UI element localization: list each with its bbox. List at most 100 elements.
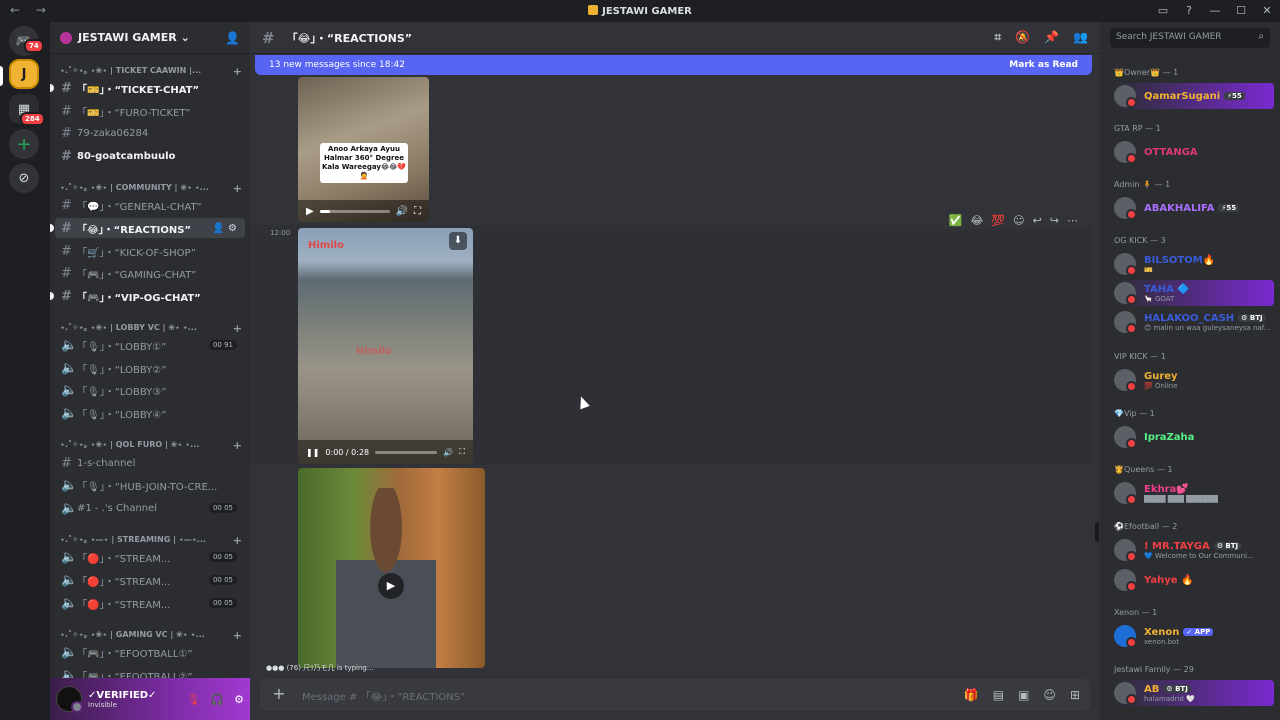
voice-stream-3[interactable]: 🔈 「🔴」・“STREAM... 00 05	[55, 593, 245, 613]
add-channel-icon[interactable]: +	[233, 439, 242, 450]
user-status: Invisible	[88, 700, 117, 709]
reply-icon[interactable]: ↩	[1033, 214, 1042, 227]
gear-icon[interactable]: ⚙	[234, 693, 244, 706]
channel-zaka[interactable]: #79-zaka06284	[55, 123, 245, 143]
scrollbar[interactable]	[1095, 522, 1099, 542]
mute-mic-icon[interactable]: 🎙	[186, 693, 200, 706]
reaction-check-icon[interactable]: ✅	[949, 214, 963, 227]
upload-plus-icon[interactable]: +	[270, 686, 288, 704]
member-list-icon[interactable]: 👥	[1073, 30, 1088, 45]
add-channel-icon[interactable]: +	[233, 629, 242, 640]
deafen-icon[interactable]: 🎧	[210, 693, 224, 706]
fullscreen-icon[interactable]: ⛶	[414, 206, 421, 217]
video-controls: ❚❚ 0:00 / 0:28 🔊 ⛶	[298, 440, 473, 464]
channel-kick-of-shop[interactable]: # 「🛒」・“KICK-OF-SHOP”	[55, 241, 245, 261]
channel-gaming-chat[interactable]: # 「🎮」・“GAMING-CHAT”	[55, 263, 245, 283]
avatar[interactable]	[56, 686, 83, 713]
reaction-laugh-icon[interactable]: 😂	[971, 214, 984, 227]
sticker-icon[interactable]: ▣	[1018, 688, 1029, 702]
volume-icon[interactable]: 🔊	[396, 206, 408, 217]
category-ticket[interactable]: ⋆.˚✧⋆｡ ⋆❀⋆ | TICKET CAAWIN |... +	[60, 65, 242, 76]
voice-stream-1[interactable]: 🔈 「🔴」・“STREAM... 00 05	[55, 547, 245, 567]
member-row[interactable]: QamarSugani ⚡55	[1114, 83, 1274, 109]
voice-s-channel[interactable]: 🔈 #1 - .'s Channel 00 05	[55, 498, 245, 518]
user-name: ✓VERIFIED✓	[88, 689, 157, 701]
gif-icon[interactable]: ▤	[993, 688, 1004, 702]
member-row[interactable]: Ekhra💕 ████ ███ ██████	[1114, 480, 1274, 506]
add-reaction-icon[interactable]: ☺	[1013, 214, 1024, 227]
channel-goatcambuulo[interactable]: #80-goatcambuulo	[55, 146, 245, 166]
voice-lobby-4[interactable]: 🔈 「🎙」・“LOBBY④”	[55, 403, 245, 423]
typing-indicator: ●●● (76) 尺ﾘ乃モ几 is typing...	[266, 664, 374, 672]
channel-reactions[interactable]: # 「😂」・“REACTIONS” 👤 ⚙	[50, 218, 245, 238]
member-row[interactable]: Yahye 🔥	[1114, 567, 1274, 593]
seek-bar[interactable]	[375, 450, 438, 454]
channel-settings-icon[interactable]: 👤 ⚙	[212, 223, 237, 234]
voice-hub-join[interactable]: 🔈 「🎙」・“HUB-JOIN-TO-CRE...	[55, 475, 245, 495]
server-jestawi[interactable]: J	[9, 59, 39, 89]
member-row[interactable]: ABAKHALIFA ⚡55	[1114, 195, 1274, 221]
voice-stream-2[interactable]: 🔈 「🔴」・“STREAM... 00 05	[55, 570, 245, 590]
maximize-button[interactable]: ☐	[1228, 0, 1254, 22]
channel-general-chat[interactable]: # 「💬」・“GENERAL-CHAT”	[55, 195, 245, 215]
category-gaming-vc[interactable]: ⋆.˚✧⋆｡ ⋆❀⋆ | GAMING VC | ❀⋆ ⋆... +	[60, 629, 242, 640]
new-messages-bar[interactable]: 13 new messages since 18:42 Mark as Read	[255, 55, 1092, 75]
member-row[interactable]: ! MR.TAYGA ⚙ BTJ 💙 Welcome to Our Communi.…	[1114, 537, 1274, 563]
pause-icon[interactable]: ❚❚	[306, 448, 319, 457]
voice-lobby-2[interactable]: 🔈 「🎙」・“LOBBY②”	[55, 358, 245, 378]
member-row[interactable]: AB ⚙ BTJ halamadrid 🤍	[1114, 680, 1274, 706]
add-server-button[interactable]: +	[9, 129, 39, 159]
search-input[interactable]: Search JESTAWI GAMER ⌕	[1110, 28, 1270, 48]
download-icon[interactable]: ⬇	[449, 232, 467, 250]
more-icon[interactable]: ⋯	[1067, 214, 1078, 227]
discover-icon[interactable]: ⊘	[9, 163, 39, 193]
category-lobby-vc[interactable]: ⋆.˚✧⋆｡ ⋆❀⋆ | LOBBY VC | ❀⋆ ⋆... +	[60, 322, 242, 333]
member-row[interactable]: Xenon ✓ APP xenon.bot	[1114, 623, 1274, 649]
apps-icon[interactable]: ⊞	[1070, 688, 1080, 702]
voice-lobby-3[interactable]: 🔈 「🎙」・“LOBBY③”	[55, 380, 245, 400]
member-row[interactable]: IpraZaha	[1114, 424, 1274, 450]
forward-icon[interactable]: ↪	[1050, 214, 1059, 227]
channel-furo-ticket[interactable]: # 「🎫」・“FURO-TICKET”	[55, 101, 245, 121]
fullscreen-icon[interactable]: ⛶	[459, 447, 465, 457]
add-member-icon[interactable]: 👤	[225, 31, 240, 45]
minimize-button[interactable]: —	[1202, 0, 1228, 22]
add-channel-icon[interactable]: +	[233, 65, 242, 76]
add-channel-icon[interactable]: +	[233, 182, 242, 193]
reaction-100-icon[interactable]: 💯	[991, 214, 1005, 227]
channel-title: 「😂」・“REACTIONS”	[286, 31, 413, 45]
play-icon[interactable]: ▶	[306, 206, 314, 217]
category-qol-furo[interactable]: ⋆.˚✧⋆｡ ⋆❀⋆ | QOL FURO | ❀⋆ ⋆... +	[60, 439, 242, 450]
voice-efootball-1[interactable]: 🔈 「🎮」・“EFOOTBALL①”	[55, 642, 245, 662]
gift-icon[interactable]: 🎁	[964, 688, 979, 702]
category-community[interactable]: ⋆.˚✧⋆｡ ⋆❀⋆ | COMMUNITY | ❀⋆ ⋆... +	[60, 182, 242, 193]
close-button[interactable]: ✕	[1254, 0, 1280, 22]
channel-ticket-chat[interactable]: # 「🎫」・“TICKET-CHAT”	[50, 78, 245, 98]
member-row[interactable]: Gurey 💯 Online	[1114, 367, 1274, 393]
play-icon[interactable]: ▶	[378, 573, 404, 599]
volume-icon[interactable]: 🔊	[443, 448, 453, 457]
seek-bar[interactable]	[319, 209, 390, 213]
member-row[interactable]: HALAKOO_CASH ⚙ BTJ 😊 malin un waa guleysan…	[1114, 309, 1274, 335]
video-attachment[interactable]: Anoo Arkaya Ayuu Halmar 360° Degree Kala…	[298, 77, 429, 222]
pin-icon[interactable]: 📌	[1044, 30, 1059, 45]
threads-icon[interactable]: ⌗	[994, 30, 1001, 45]
video-attachment[interactable]: Himilo Himilo ⬇ ❚❚ 0:00 / 0:28 🔊 ⛶	[298, 228, 473, 464]
message-input[interactable]: Message # 「😂」・“REACTIONS”	[302, 688, 465, 703]
channel-1-s-channel[interactable]: #1-s-channel	[55, 453, 245, 473]
add-channel-icon[interactable]: +	[233, 322, 242, 333]
channel-vip-og-chat[interactable]: # 「🎮」・“VIP-OG-CHAT”	[50, 286, 245, 306]
member-row[interactable]: TAHA 🔷 🦙 GOAT	[1114, 280, 1274, 306]
emoji-icon[interactable]: ☺	[1043, 688, 1056, 702]
member-row[interactable]: OTTANGA	[1114, 139, 1274, 165]
voice-lobby-1[interactable]: 🔈 「🎙」・“LOBBY①” 00 91	[55, 335, 245, 355]
mark-as-read-button[interactable]: Mark as Read	[1009, 60, 1078, 70]
category-streaming[interactable]: ⋆.˚✧⋆｡ ⋆—⋆ | STREAMING | ⋆—⋆... +	[60, 534, 242, 545]
guild-header[interactable]: JESTAWI GAMER ⌄ 👤	[50, 22, 250, 54]
help-icon[interactable]: ?	[1176, 0, 1202, 22]
notification-bell-icon[interactable]: 🔕	[1015, 30, 1030, 45]
video-attachment[interactable]: ▶	[298, 468, 485, 668]
add-channel-icon[interactable]: +	[233, 534, 242, 545]
inbox-icon[interactable]: ▭	[1150, 0, 1176, 22]
member-row[interactable]: BILSOTOM🔥 🎫	[1114, 251, 1274, 277]
